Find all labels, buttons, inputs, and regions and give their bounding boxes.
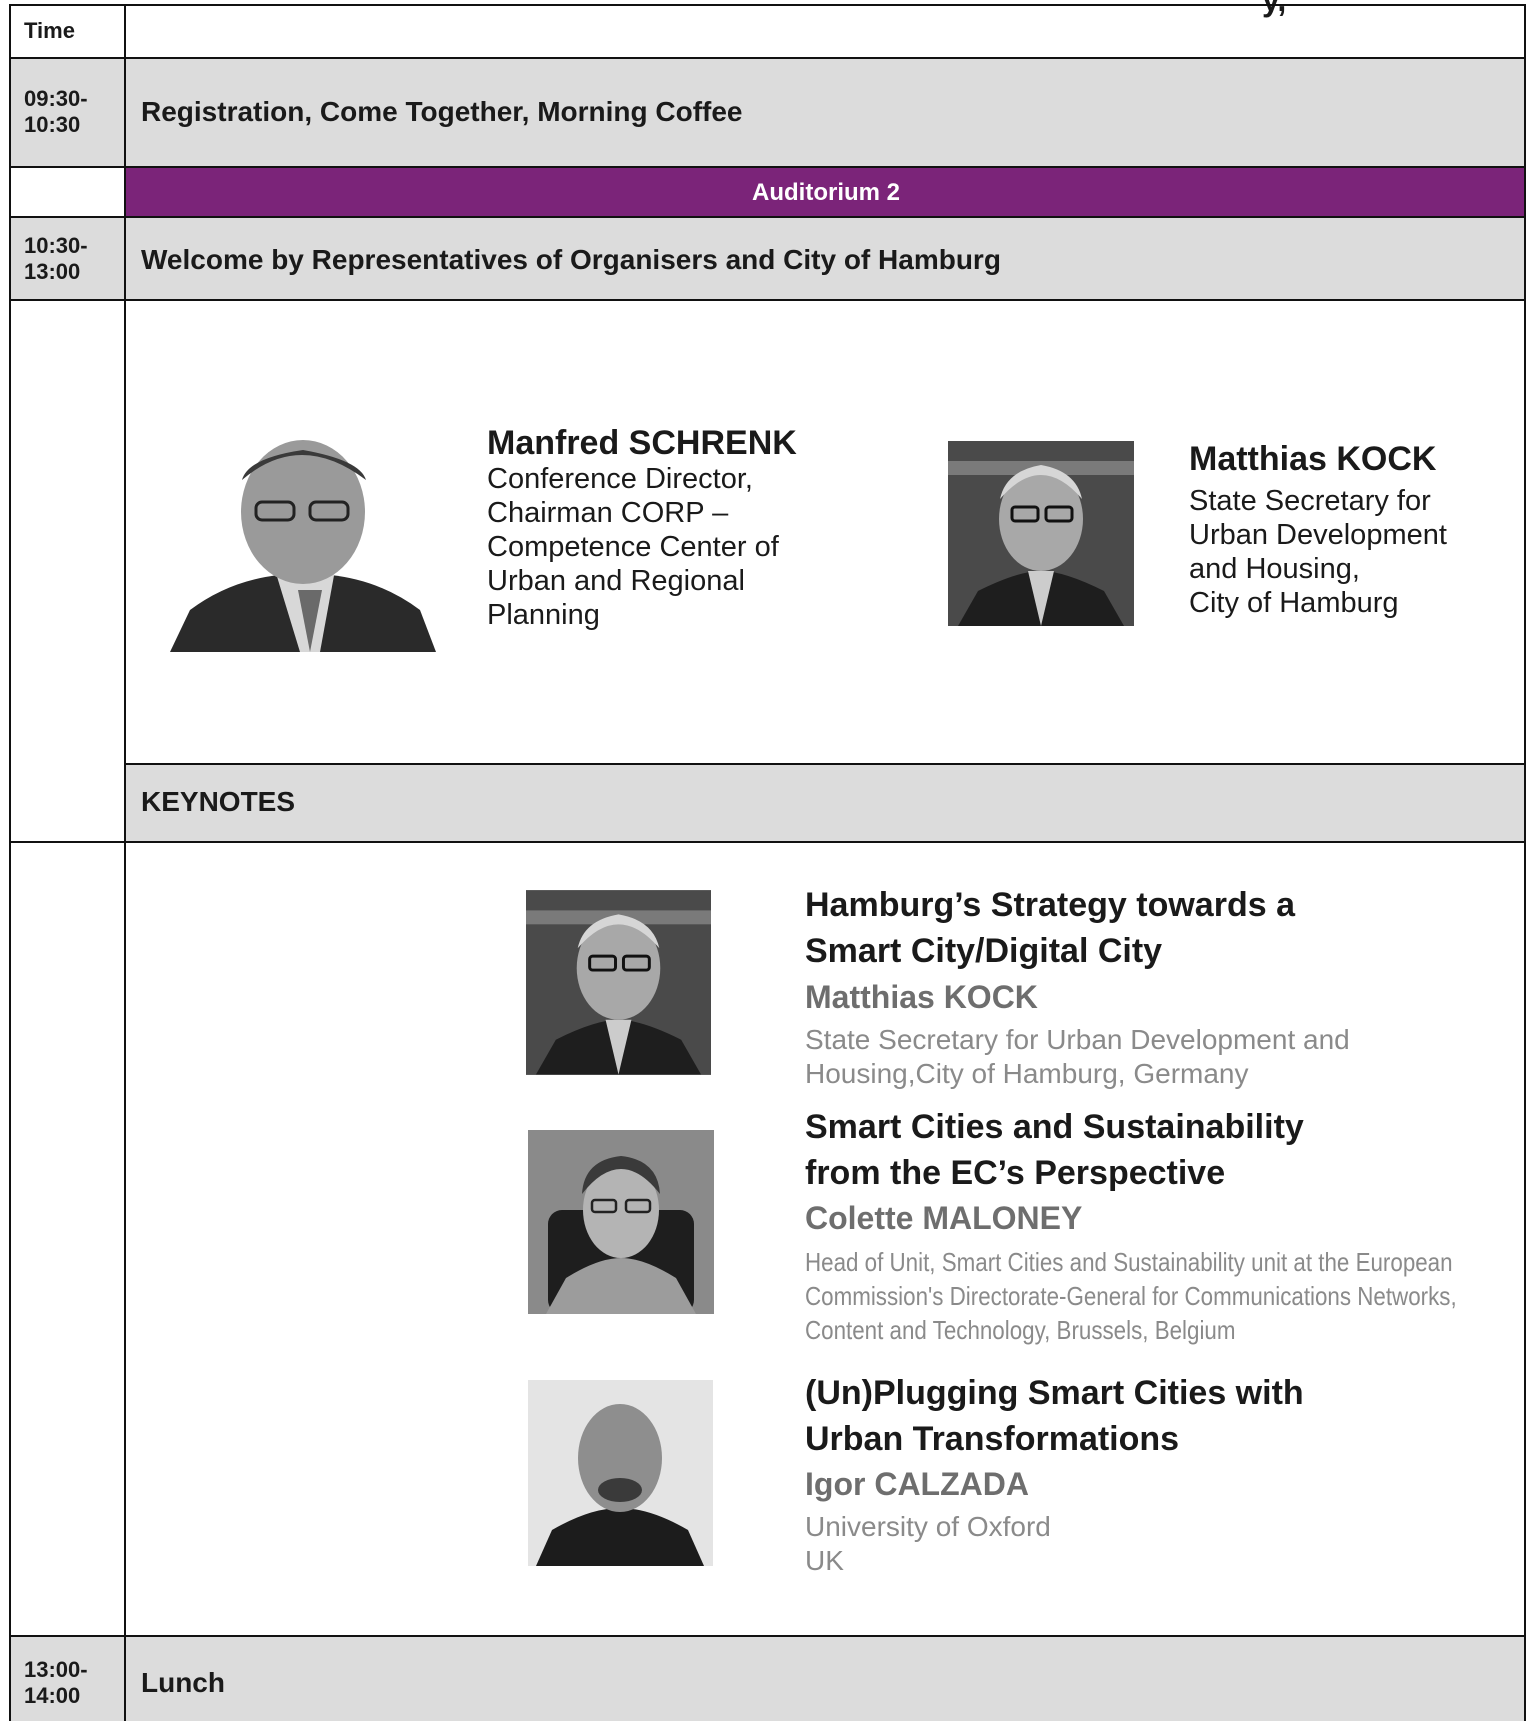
speaker-role: Conference Director, Chairman CORP – Com…: [487, 463, 779, 631]
speaker-role: State Secretary for Urban Development an…: [1189, 485, 1447, 619]
table-border-top: [10, 4, 1526, 6]
keynote-title: (Un)Plugging Smart Cities with Urban Tra…: [805, 1374, 1304, 1458]
keynote-title: Hamburg’s Strategy towards a Smart City/…: [805, 886, 1295, 970]
row-divider: [126, 763, 1526, 765]
lunch-title: Lunch: [141, 1667, 225, 1698]
room-band: Auditorium 2: [126, 168, 1526, 217]
table-border-right: [1524, 4, 1526, 1721]
welcome-time: 10:30- 13:00: [24, 233, 88, 284]
registration-time: 09:30- 10:30: [24, 86, 88, 137]
keynote-speaker: Igor CALZADA: [805, 1466, 1029, 1502]
speaker-name: Matthias KOCK: [1189, 440, 1437, 478]
time-column-header: Time: [24, 18, 75, 43]
welcome-title: Welcome by Representatives of Organisers…: [141, 244, 1001, 275]
keynote-photo-maloney: [528, 1130, 714, 1314]
speaker-name: Manfred SCHRENK: [487, 424, 797, 462]
keynote-affiliation: University of Oxford UK: [805, 1511, 1051, 1576]
row-divider: [10, 841, 1526, 843]
row-divider: [10, 1635, 1526, 1637]
keynote-affiliation: Head of Unit, Smart Cities and Sustainab…: [805, 1247, 1457, 1345]
row-divider: [10, 166, 1526, 168]
lunch-row-bg: [10, 1636, 1526, 1721]
keynote-affiliation: State Secretary for Urban Development an…: [805, 1024, 1350, 1089]
keynote-title: Smart Cities and Sustainability from the…: [805, 1108, 1304, 1192]
row-divider: [10, 216, 1526, 218]
row-divider: [10, 299, 1526, 301]
speaker-photo-kock: [948, 441, 1134, 626]
column-divider: [124, 4, 126, 1721]
corner-fragment: y,: [1262, 0, 1287, 18]
keynotes-heading: KEYNOTES: [141, 786, 296, 817]
speaker-photo-schrenk: [170, 440, 436, 652]
table-border-left: [9, 4, 11, 1721]
keynote-speaker: Matthias KOCK: [805, 979, 1038, 1015]
keynote-speaker: Colette MALONEY: [805, 1200, 1083, 1236]
registration-title: Registration, Come Together, Morning Cof…: [141, 96, 743, 127]
keynote-photo-calzada: [528, 1380, 713, 1566]
keynotes-header-bg: [126, 764, 1526, 842]
lunch-time: 13:00- 14:00: [24, 1657, 88, 1708]
keynote-photo-kock: [526, 890, 711, 1075]
row-divider: [10, 57, 1526, 59]
